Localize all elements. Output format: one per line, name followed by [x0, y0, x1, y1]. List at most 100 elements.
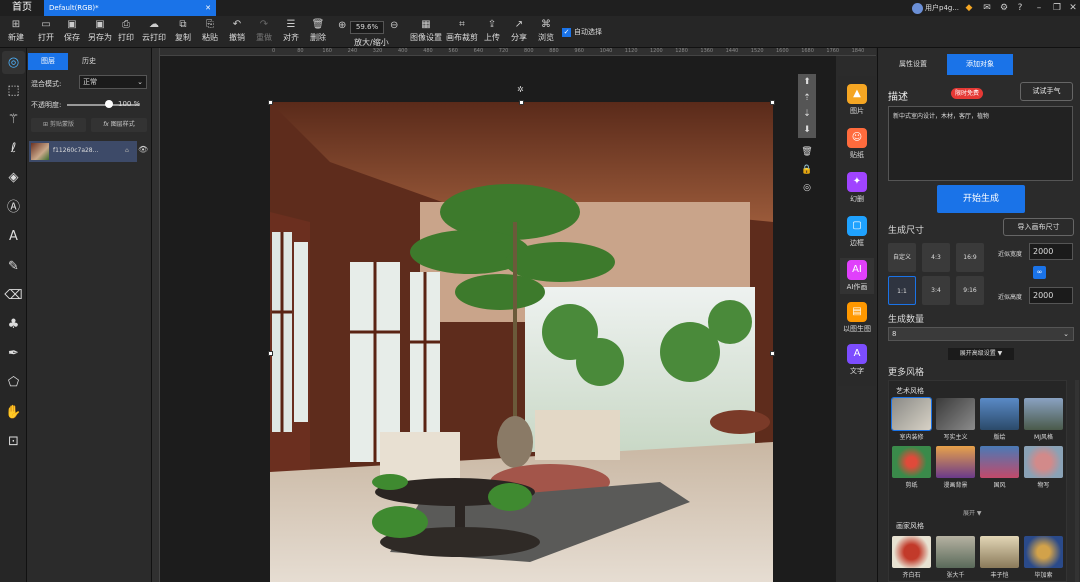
sidebar-item-sticker[interactable]: ☺ 贴纸: [840, 128, 874, 160]
tab-properties[interactable]: 属性设置: [880, 54, 946, 75]
style-item[interactable]: 漫画背景: [936, 446, 975, 489]
eraser-tool-icon[interactable]: ⌫: [2, 284, 25, 307]
ratio-1-1[interactable]: 1:1: [888, 276, 916, 305]
layer-lock-icon[interactable]: ⌂: [125, 147, 129, 154]
visibility-eye-icon[interactable]: 👁: [138, 145, 148, 154]
style-item[interactable]: 国风: [980, 446, 1019, 489]
panel-scrollbar[interactable]: [1075, 380, 1079, 582]
layer-style-button[interactable]: fx 图层样式: [91, 118, 147, 132]
copy-button[interactable]: ⧉ 复制: [175, 18, 191, 43]
ratio-16-9[interactable]: 16:9: [956, 243, 984, 272]
sidebar-item-text[interactable]: A 文字: [840, 344, 874, 376]
style-item[interactable]: 物写: [1024, 446, 1063, 489]
new-button[interactable]: ⊞ 新建: [8, 18, 24, 43]
auto-select-checkbox[interactable]: ✓ 自动选择: [562, 27, 602, 37]
try-luck-button[interactable]: 试试手气: [1020, 82, 1073, 101]
generate-button[interactable]: 开始生成: [937, 185, 1025, 213]
sidebar-item-magic-erase[interactable]: ✦ 幻删: [840, 172, 874, 204]
sidebar-item-ai-painting[interactable]: AI AI作画: [840, 258, 874, 294]
crop-tool-icon[interactable]: ⊡: [2, 430, 25, 453]
link-aspect-icon[interactable]: ∞: [1033, 266, 1046, 279]
width-input[interactable]: 2000: [1029, 243, 1073, 260]
paste-button[interactable]: ⎘ 粘贴: [202, 18, 218, 43]
align-button[interactable]: ☰ 对齐: [283, 18, 299, 43]
crop-button[interactable]: ⌗ 画布裁剪: [446, 18, 478, 43]
style-item[interactable]: 版绘: [980, 398, 1019, 441]
lock-icon[interactable]: 🔒: [798, 162, 816, 178]
mail-icon[interactable]: ✉: [980, 1, 994, 15]
zoom-input[interactable]: 59.6%: [350, 21, 384, 34]
ratio-3-4[interactable]: 3:4: [922, 276, 950, 305]
style-item[interactable]: MJ风格: [1024, 398, 1063, 441]
zoom-in-button[interactable]: ⊕: [338, 19, 346, 33]
expand-styles-toggle[interactable]: 展开 ▼: [963, 508, 982, 517]
tab-layers[interactable]: 图层: [28, 53, 68, 70]
blend-mode-select[interactable]: 正常 ⌄: [79, 75, 147, 89]
save-button[interactable]: ▣ 保存: [64, 18, 80, 43]
minimize-icon[interactable]: –: [1032, 1, 1046, 15]
count-select[interactable]: 8 ⌄: [888, 327, 1074, 341]
style-item[interactable]: 毕加索: [1024, 536, 1063, 579]
style-item[interactable]: 齐白石: [892, 536, 931, 579]
undo-button[interactable]: ↶ 撤销: [229, 18, 245, 43]
resize-handle-tl[interactable]: [268, 100, 273, 105]
document-tab[interactable]: Default(RGB)* ✕: [44, 0, 216, 16]
upload-button[interactable]: ⇪ 上传: [484, 18, 500, 43]
style-item[interactable]: 写实主义: [936, 398, 975, 441]
send-to-back-icon[interactable]: ⬇: [798, 122, 816, 138]
fill-bucket-tool-icon[interactable]: ◈: [2, 166, 25, 189]
layer-row[interactable]: f11260c7a28... ⌂: [29, 141, 137, 162]
opacity-slider-handle[interactable]: [105, 100, 113, 108]
ai-select-tool-icon[interactable]: ◎: [2, 51, 25, 74]
resize-handle-l[interactable]: [268, 351, 273, 356]
canvas-image[interactable]: [270, 102, 773, 582]
browse-button[interactable]: ⌘ 浏览: [538, 18, 554, 43]
style-item[interactable]: 剪纸: [892, 446, 931, 489]
sidebar-item-image-to-image[interactable]: ▤ 以图生图: [840, 302, 874, 334]
clone-stamp-tool-icon[interactable]: ♣: [2, 313, 25, 336]
ratio-4-3[interactable]: 4:3: [922, 243, 950, 272]
send-backward-icon[interactable]: ⇣: [798, 106, 816, 122]
close-tab-icon[interactable]: ✕: [205, 0, 211, 16]
maximize-icon[interactable]: ❐: [1050, 1, 1064, 15]
bring-forward-icon[interactable]: ⇡: [798, 90, 816, 106]
bring-to-front-icon[interactable]: ⬆: [798, 74, 816, 90]
advanced-settings-toggle[interactable]: 展开高级设置 ▼: [948, 348, 1014, 360]
open-button[interactable]: ▭ 打开: [38, 18, 54, 43]
ratio-9-16[interactable]: 9:16: [956, 276, 984, 305]
user-menu[interactable]: 用户p4g...: [912, 1, 959, 15]
zoom-out-button[interactable]: ⊖: [390, 19, 398, 33]
prompt-textarea[interactable]: 新中式室内设计，木材，客厅，植物: [888, 106, 1073, 181]
magic-wand-tool-icon[interactable]: ⚚: [2, 108, 25, 131]
text-effect-tool-icon[interactable]: A: [2, 225, 25, 248]
window-close-icon[interactable]: ✕: [1066, 1, 1080, 15]
lasso-tool-icon[interactable]: ℓ: [2, 137, 25, 160]
sidebar-item-image[interactable]: ▲ 图片: [840, 84, 874, 116]
tab-history[interactable]: 历史: [69, 53, 109, 70]
sidebar-item-border[interactable]: ▢ 边框: [840, 216, 874, 248]
trash-icon[interactable]: 🗑: [798, 144, 816, 160]
shape-tool-icon[interactable]: ⬠: [2, 371, 25, 394]
hand-tool-icon[interactable]: ✋: [2, 401, 25, 424]
resize-handle-r[interactable]: [770, 351, 775, 356]
pen-tool-icon[interactable]: ✒: [2, 342, 25, 365]
image-settings-button[interactable]: ▦ 图像设置: [410, 18, 442, 43]
gear-icon[interactable]: ⚙: [997, 1, 1011, 15]
style-item[interactable]: 室内装修: [891, 397, 932, 441]
rotate-handle-icon[interactable]: ✲: [517, 85, 524, 94]
import-canvas-size-button[interactable]: 导入画布尺寸: [1003, 218, 1074, 236]
vip-diamond-icon[interactable]: ◆: [962, 1, 976, 15]
share-button[interactable]: ↗ 分享: [511, 18, 527, 43]
print-button[interactable]: ⎙ 打印: [118, 18, 134, 43]
save-as-button[interactable]: ▣ 另存为: [88, 18, 112, 43]
style-item[interactable]: 张大千: [936, 536, 975, 579]
resize-handle-tr[interactable]: [770, 100, 775, 105]
delete-button[interactable]: 🗑 删除: [310, 18, 326, 43]
height-input[interactable]: 2000: [1029, 287, 1073, 304]
help-icon[interactable]: ?: [1013, 1, 1027, 15]
ai-search-icon[interactable]: ◎: [798, 180, 816, 196]
ratio-custom[interactable]: 自定义: [888, 243, 916, 272]
home-tab[interactable]: 首页: [0, 0, 44, 16]
clipping-mask-button[interactable]: ⊞ 剪贴蒙版: [31, 118, 86, 132]
redo-button[interactable]: ↷ 重做: [256, 18, 272, 43]
